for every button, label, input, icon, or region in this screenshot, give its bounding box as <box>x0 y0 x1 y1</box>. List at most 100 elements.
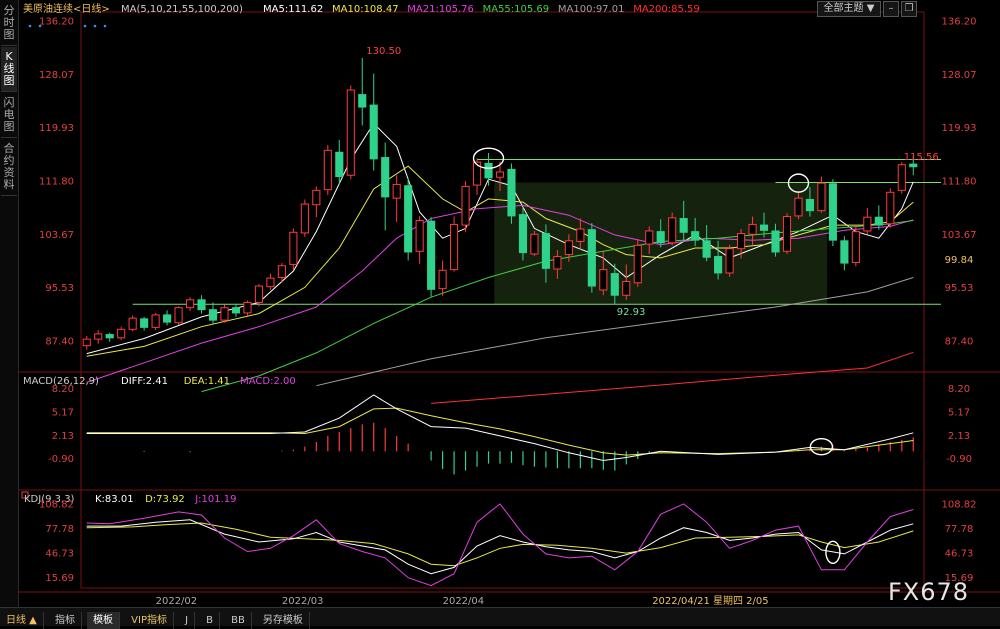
macd-diff-line <box>86 394 914 462</box>
candle-body <box>128 317 137 330</box>
candle <box>587 223 596 293</box>
candle-body <box>289 231 298 265</box>
kdj-tick-right: 46.73 <box>945 549 974 560</box>
tab-save-template[interactable]: 另存模板 <box>257 612 310 629</box>
ma-header-label: MA(5,10,21,55,100,200) <box>121 4 243 15</box>
candle-body <box>541 233 550 269</box>
date-label-1: 2022/03 <box>282 596 324 607</box>
tab-k-line[interactable]: K线图 <box>1 47 17 92</box>
candle <box>518 206 528 261</box>
candle <box>725 244 734 277</box>
price-tick-left: 103.67 <box>39 230 74 241</box>
theme-dropdown[interactable]: 全部主题 ▼ <box>817 1 881 17</box>
candle-body <box>358 94 367 108</box>
candle-body <box>461 185 470 226</box>
candle <box>863 208 872 235</box>
candle-body <box>805 199 815 212</box>
candle <box>840 236 849 271</box>
candle-body <box>495 171 505 178</box>
candle-body <box>117 328 126 339</box>
candle-body <box>220 307 229 321</box>
candle-body <box>725 248 734 274</box>
tab-flash[interactable]: 闪电图 <box>1 93 17 138</box>
date-label-3: 2022/04/21 星期四 2/05 <box>652 595 768 607</box>
macd-tick-right: -0.90 <box>946 454 972 465</box>
tab-contract-info[interactable]: 合约资料 <box>1 139 17 196</box>
price-tick-right: 119.93 <box>942 123 977 134</box>
candle-body <box>438 269 447 290</box>
candle-body <box>633 244 642 284</box>
kdj-value-0: K:83.01 <box>95 494 134 505</box>
candle-body <box>610 273 619 296</box>
candle <box>312 186 321 218</box>
candle <box>220 304 229 323</box>
candle-body <box>197 299 206 311</box>
candle-body <box>335 151 344 178</box>
candle-body <box>254 285 263 303</box>
candle <box>185 297 195 311</box>
chart-title: 美原油连续<日线> <box>23 2 110 15</box>
tab-b[interactable]: B <box>200 612 220 629</box>
candle <box>530 230 539 256</box>
candle-body <box>530 233 539 255</box>
kdj-tick-left: 108.82 <box>39 499 74 510</box>
candle <box>117 326 126 340</box>
candle <box>828 179 837 247</box>
tab-bb[interactable]: BB <box>225 612 252 629</box>
macd-tick-right: 2.13 <box>948 431 970 442</box>
candle-body <box>323 149 332 191</box>
candle-body <box>691 231 700 241</box>
candle-body <box>759 224 769 231</box>
candle-body <box>185 299 195 309</box>
watermark-logo: FX678 <box>888 578 970 606</box>
kdj-value-2: J:101.19 <box>194 494 236 505</box>
ma-value-4: MA100:97.01 <box>558 4 625 15</box>
candle-body <box>794 197 803 217</box>
kdj-tick-right: 77.78 <box>945 524 974 535</box>
price-tick-left: 95.53 <box>45 283 74 294</box>
macd-tick-left: 2.13 <box>52 431 74 442</box>
candle <box>300 199 309 237</box>
price-tick-left: 136.20 <box>39 17 74 28</box>
price-tick-right: 136.20 <box>942 17 977 28</box>
candle <box>128 315 137 332</box>
candle-body <box>94 333 103 340</box>
candle <box>668 212 677 246</box>
candle-body <box>381 157 390 198</box>
candle <box>415 215 424 264</box>
macd-value-0: DIFF:2.41 <box>121 376 168 387</box>
candle-body <box>909 163 918 168</box>
tab-time-sharing[interactable]: 分时图 <box>1 1 17 46</box>
price-tick-left: 87.40 <box>45 336 74 347</box>
tab-indicator[interactable]: 指标 <box>49 612 82 629</box>
minimize-icon[interactable]: – <box>883 1 899 17</box>
macd-tick-left: 8.20 <box>52 384 74 395</box>
candle-body <box>886 191 895 225</box>
candle-body <box>404 185 413 253</box>
restore-icon[interactable]: ❐ <box>901 1 917 17</box>
candle-body <box>782 216 792 252</box>
candle <box>174 306 183 325</box>
period-selector[interactable]: 日线 ▲ <box>0 612 44 629</box>
candle <box>633 238 642 287</box>
candle-body <box>828 183 837 241</box>
tab-template[interactable]: 模板 <box>87 612 121 629</box>
candle-body <box>518 214 528 254</box>
candle <box>461 181 470 233</box>
price-chart[interactable]: 美原油连续<日线> MA(5,10,21,55,100,200) MA5:111.6… <box>19 0 1000 607</box>
candle <box>151 312 160 330</box>
price-tick-left: 119.93 <box>39 123 74 134</box>
candle-body <box>679 218 688 233</box>
candle <box>266 273 275 290</box>
candle-body <box>702 240 711 258</box>
candle <box>82 335 91 350</box>
price-tick-right: 111.80 <box>942 176 977 187</box>
candle-body <box>599 269 608 291</box>
candle <box>782 213 792 254</box>
macd-value-2: MACD:2.00 <box>240 376 296 387</box>
candle-body <box>737 233 746 250</box>
candle-body <box>369 104 378 160</box>
macd-value-1: DEA:1.41 <box>184 376 230 387</box>
tab-j[interactable]: J <box>179 612 196 629</box>
tab-vip-indicator[interactable]: VIP指标 <box>125 612 174 629</box>
